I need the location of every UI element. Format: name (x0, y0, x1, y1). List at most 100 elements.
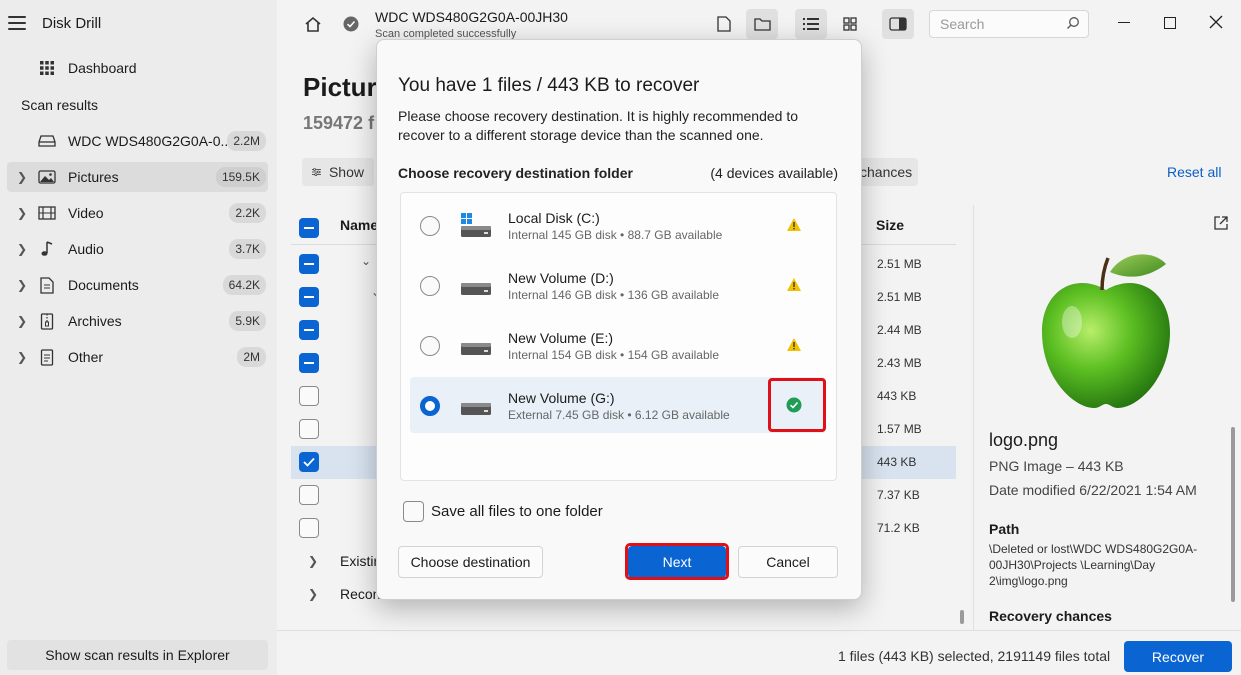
sidebar-item-disk[interactable]: WDC WDS480G2G0A-0... 2.2M (7, 126, 268, 156)
minimize-icon[interactable] (1118, 22, 1130, 23)
home-icon[interactable] (297, 9, 329, 39)
sidebar: Disk Drill Dashboard Scan results WDC WD… (0, 0, 277, 675)
row-checkbox[interactable] (299, 419, 319, 439)
chevron-right-icon[interactable]: ❯ (17, 314, 27, 328)
row-checkbox[interactable] (299, 518, 319, 538)
warning-icon (786, 277, 802, 293)
sidebar-item-label: Other (68, 349, 104, 365)
sidebar-item-audio[interactable]: ❯ Audio 3.7K (7, 234, 268, 264)
chevron-right-icon[interactable]: ❯ (17, 242, 27, 256)
list-view-icon[interactable] (795, 9, 827, 39)
row-checkbox[interactable] (299, 386, 319, 406)
check-status-icon (335, 9, 367, 39)
preview-scrollbar[interactable] (1231, 427, 1235, 602)
sidebar-item-label: Pictures (68, 169, 119, 185)
preview-file-type: PNG Image – 443 KB (989, 458, 1124, 474)
filter-icon (312, 168, 321, 176)
list-scrollbar[interactable] (960, 610, 964, 624)
search-input[interactable]: Search (929, 10, 1089, 38)
app-title: Disk Drill (42, 15, 102, 32)
select-all-checkbox[interactable] (299, 218, 319, 238)
device-item-d[interactable]: New Volume (D:) Internal 146 GB disk • 1… (410, 257, 826, 313)
row-size: 71.2 KB (877, 521, 920, 535)
row-checkbox[interactable] (299, 320, 319, 340)
preview-panel-icon[interactable] (882, 9, 914, 39)
image-preview (1036, 250, 1176, 418)
sidebar-item-label: Archives (68, 313, 122, 329)
hard-drive-icon (460, 333, 492, 357)
preview-path-value: \Deleted or lost\WDC WDS480G2G0A-00JH30\… (989, 542, 1198, 588)
device-item-e[interactable]: New Volume (E:) Internal 154 GB disk • 1… (410, 317, 826, 373)
close-icon[interactable] (1209, 15, 1223, 34)
hard-drive-icon (460, 393, 492, 417)
chevron-right-icon[interactable]: ❯ (17, 278, 27, 292)
device-list: Local Disk (C:) Internal 145 GB disk • 8… (400, 192, 837, 481)
choose-destination-heading: Choose recovery destination folder (398, 165, 633, 181)
row-checkbox[interactable] (299, 485, 319, 505)
count-badge: 64.2K (222, 275, 266, 295)
music-note-icon (38, 240, 56, 258)
show-in-explorer-button[interactable]: Show scan results in Explorer (7, 640, 268, 670)
chances-filter-label: chances (860, 164, 913, 180)
row-checkbox[interactable] (299, 353, 319, 373)
hamburger-menu-icon[interactable] (8, 16, 26, 30)
search-placeholder: Search (940, 16, 985, 32)
chevron-right-icon[interactable]: ❯ (17, 170, 27, 184)
save-all-one-folder-label[interactable]: Save all files to one folder (431, 503, 603, 520)
file-view-icon[interactable] (708, 9, 740, 39)
row-checkbox[interactable] (299, 287, 319, 307)
chevron-right-icon[interactable]: ❯ (308, 554, 318, 568)
search-icon[interactable] (1066, 16, 1080, 33)
grid-view-icon[interactable] (834, 9, 866, 39)
sidebar-item-pictures[interactable]: ❯ Pictures 159.5K (7, 162, 268, 192)
devices-available-count: (4 devices available) (710, 165, 838, 181)
show-filter-button[interactable]: Show (302, 158, 374, 186)
file-icon (38, 348, 56, 366)
reset-all-link[interactable]: Reset all (1167, 164, 1221, 180)
chevron-right-icon[interactable]: ❯ (308, 587, 318, 601)
sidebar-item-dashboard[interactable]: Dashboard (7, 53, 268, 83)
recovery-destination-dialog: You have 1 files / 443 KB to recover Ple… (376, 39, 862, 600)
chevron-right-icon[interactable]: ❯ (17, 350, 27, 364)
sidebar-item-label: WDC WDS480G2G0A-0... (68, 133, 233, 149)
device-radio[interactable] (420, 276, 440, 296)
preview-file-name: logo.png (989, 430, 1059, 450)
selection-status: 1 files (443 KB) selected, 2191149 files… (838, 648, 1111, 664)
folder-view-icon[interactable] (746, 9, 778, 39)
hard-drive-icon (460, 273, 492, 297)
device-radio[interactable] (420, 216, 440, 236)
document-icon (38, 276, 56, 294)
bottom-bar: 1 files (443 KB) selected, 2191149 files… (277, 630, 1241, 675)
column-size-header[interactable]: Size (876, 217, 904, 233)
disk-title: WDC WDS480G2G0A-00JH30 (375, 9, 568, 25)
row-checkbox[interactable] (299, 452, 319, 472)
choose-destination-button[interactable]: Choose destination (398, 546, 543, 578)
recover-button[interactable]: Recover (1124, 641, 1232, 672)
column-name-header[interactable]: Name (340, 217, 378, 233)
sidebar-item-documents[interactable]: ❯ Documents 64.2K (7, 270, 268, 300)
sidebar-item-label: Video (68, 205, 104, 221)
preview-date-modified: Date modified 6/22/2021 1:54 AM (989, 482, 1197, 498)
scan-results-heading: Scan results (21, 97, 99, 113)
chevron-down-icon[interactable]: ⌄ (361, 254, 371, 268)
sidebar-item-archives[interactable]: ❯ Archives 5.9K (7, 306, 268, 336)
device-radio[interactable] (420, 336, 440, 356)
device-item-c[interactable]: Local Disk (C:) Internal 145 GB disk • 8… (410, 197, 826, 253)
group-label: Recon (340, 586, 381, 602)
checkmark-icon (303, 457, 315, 467)
maximize-icon[interactable] (1164, 17, 1176, 29)
count-badge: 2.2M (227, 131, 266, 151)
sidebar-item-other[interactable]: ❯ Other 2M (7, 342, 268, 372)
row-checkbox[interactable] (299, 254, 319, 274)
dialog-title: You have 1 files / 443 KB to recover (398, 75, 700, 96)
open-external-icon[interactable] (1213, 215, 1229, 234)
count-badge: 2M (237, 347, 266, 367)
device-radio-selected[interactable] (420, 396, 440, 416)
chevron-right-icon[interactable]: ❯ (17, 206, 27, 220)
cancel-button[interactable]: Cancel (738, 546, 838, 578)
warning-icon (786, 337, 802, 353)
sidebar-item-video[interactable]: ❯ Video 2.2K (7, 198, 268, 228)
save-all-one-folder-checkbox[interactable] (403, 501, 424, 522)
dialog-description: Please choose recovery destination. It i… (398, 108, 798, 143)
device-item-g[interactable]: New Volume (G:) External 7.45 GB disk • … (410, 377, 826, 433)
